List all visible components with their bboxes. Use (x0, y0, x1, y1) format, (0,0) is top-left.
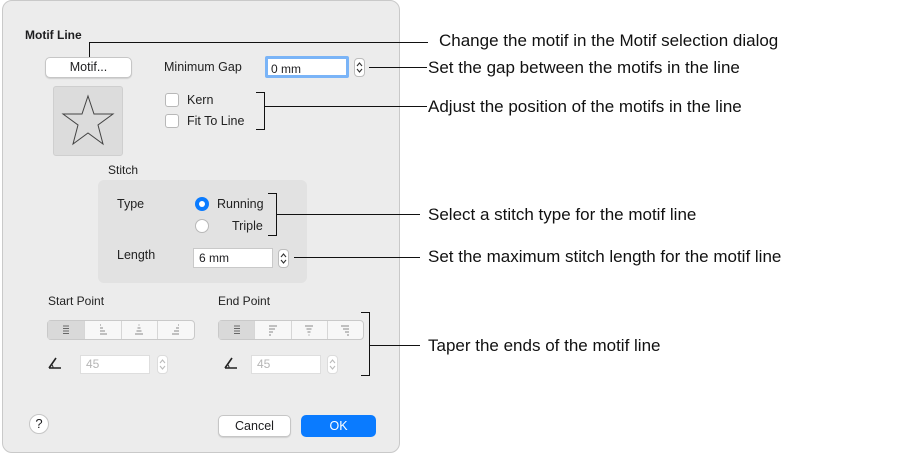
stepper-arrows-icon (356, 62, 363, 73)
start-angle-icon (47, 356, 63, 375)
leader-line (294, 257, 420, 258)
triple-radio[interactable] (195, 219, 209, 233)
start-taper-left-icon[interactable] (85, 321, 122, 339)
help-button[interactable]: ? (29, 414, 49, 434)
bracket-line (264, 92, 265, 130)
triple-label: Triple (232, 219, 263, 233)
end-taper-center-icon[interactable] (292, 321, 328, 339)
end-angle-icon (223, 356, 239, 375)
type-label: Type (117, 197, 145, 211)
callout-position: Adjust the position of the motifs in the… (428, 97, 742, 116)
ok-button[interactable]: OK (301, 415, 376, 437)
star-outline-icon (61, 94, 115, 146)
end-angle-stepper[interactable] (327, 355, 338, 374)
running-label: Running (217, 197, 264, 211)
cancel-button[interactable]: Cancel (218, 415, 291, 437)
fit-to-line-checkbox[interactable] (165, 114, 179, 128)
end-point-segmented-control[interactable] (218, 320, 364, 340)
start-taper-center-icon[interactable] (122, 321, 159, 339)
motif-button[interactable]: Motif... (45, 57, 132, 78)
running-radio[interactable] (195, 197, 209, 211)
callout-max-length: Set the maximum stitch length for the mo… (428, 247, 782, 266)
callout-stitch-type: Select a stitch type for the motif line (428, 205, 697, 224)
callout-motif: Change the motif in the Motif selection … (439, 31, 779, 50)
kern-label: Kern (187, 93, 214, 107)
section-title: Motif Line (25, 28, 82, 42)
start-taper-right-icon[interactable] (158, 321, 194, 339)
bracket-line (361, 312, 370, 313)
leader-line (264, 106, 427, 107)
leader-line (89, 42, 90, 57)
bracket-line (256, 129, 265, 130)
callout-taper: Taper the ends of the motif line (428, 336, 661, 355)
length-input[interactable]: 6 mm (193, 248, 273, 268)
start-angle-stepper[interactable] (157, 355, 168, 374)
leader-line (369, 345, 420, 346)
stepper-arrows-icon (280, 253, 287, 264)
leader-line (89, 42, 428, 43)
minimum-gap-input[interactable]: 0 mm (265, 56, 349, 78)
bracket-line (268, 193, 277, 194)
motif-preview (53, 86, 123, 156)
start-angle-input[interactable]: 45 (80, 355, 150, 374)
minimum-gap-label: Minimum Gap (164, 60, 242, 74)
length-label: Length (117, 248, 156, 262)
end-taper-none-icon[interactable] (219, 321, 256, 339)
leader-line (276, 214, 420, 215)
stepper-arrows-icon (159, 359, 166, 370)
fit-to-line-label: Fit To Line (187, 114, 245, 128)
start-taper-none-icon[interactable] (48, 321, 85, 339)
bracket-line (369, 312, 370, 376)
kern-checkbox[interactable] (165, 93, 179, 107)
bracket-line (256, 92, 265, 93)
stitch-label: Stitch (108, 163, 139, 177)
end-point-label: End Point (218, 294, 271, 308)
bracket-line (361, 375, 370, 376)
minimum-gap-stepper[interactable] (354, 58, 365, 77)
end-taper-right-icon[interactable] (328, 321, 363, 339)
end-angle-input[interactable]: 45 (251, 355, 321, 374)
leader-line (369, 67, 427, 68)
length-stepper[interactable] (278, 249, 289, 268)
start-point-segmented-control[interactable] (47, 320, 195, 340)
start-point-label: Start Point (48, 294, 105, 308)
end-taper-left-icon[interactable] (255, 321, 292, 339)
callout-gap: Set the gap between the motifs in the li… (428, 58, 740, 77)
bracket-line (268, 235, 277, 236)
stepper-arrows-icon (329, 359, 336, 370)
